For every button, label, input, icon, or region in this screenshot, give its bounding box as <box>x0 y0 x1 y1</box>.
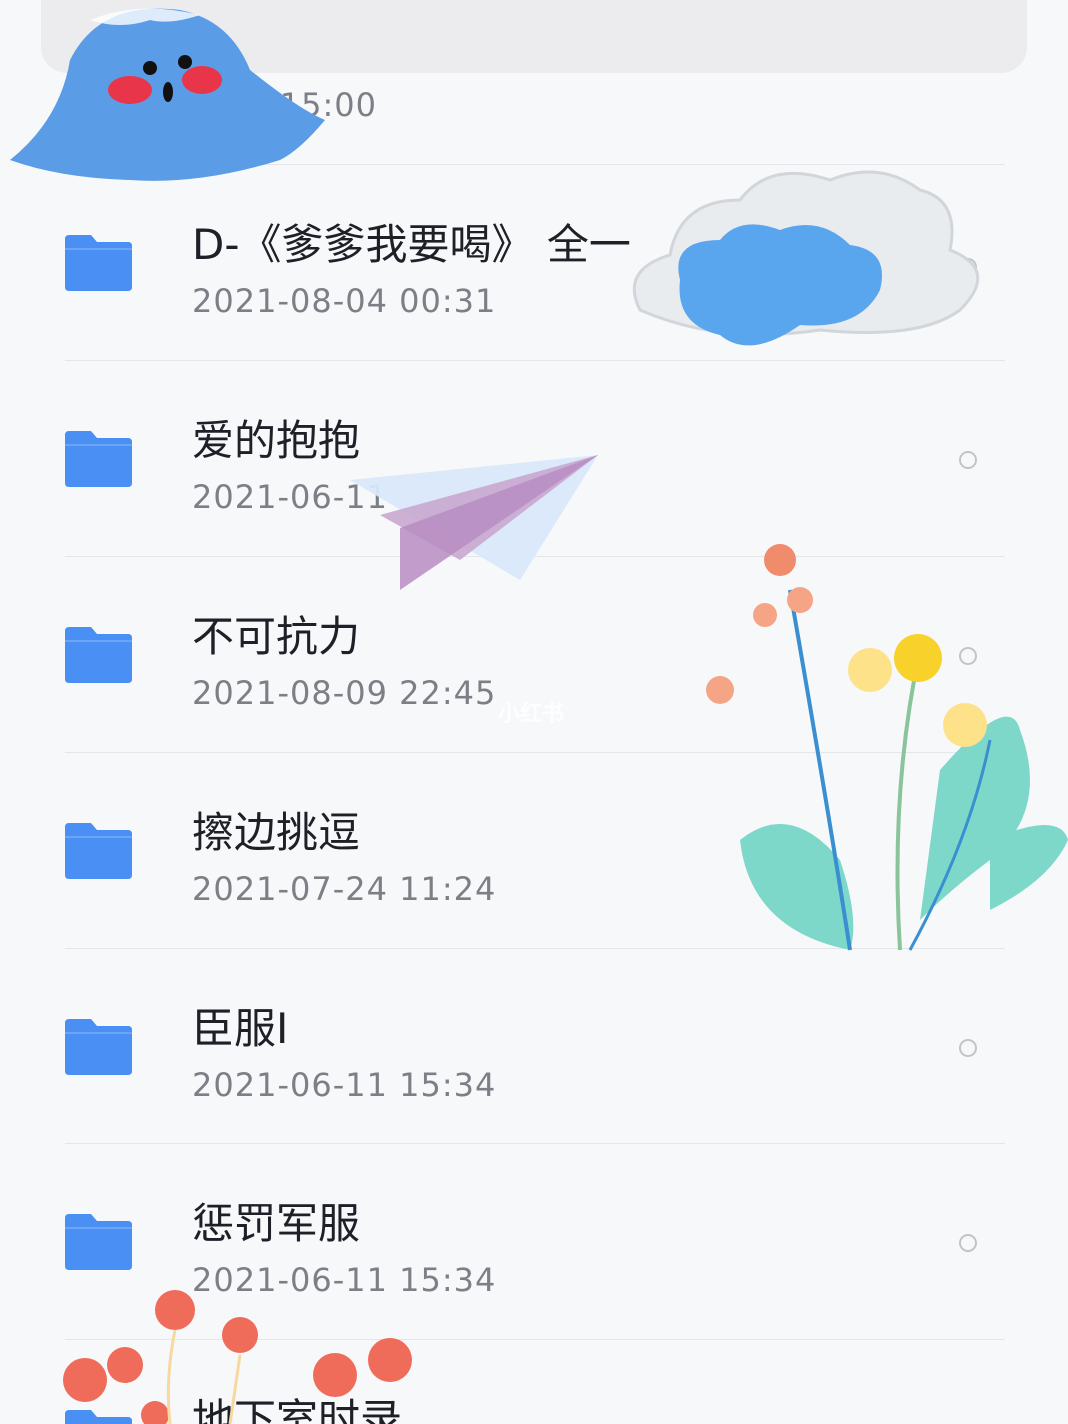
search-input[interactable]: 搜索当前文件夹内文件 <box>376 0 796 9</box>
file-name: 爱的抱抱 <box>192 416 361 465</box>
select-radio[interactable] <box>959 451 977 469</box>
select-radio[interactable] <box>959 1234 977 1252</box>
folder-icon <box>65 1019 132 1075</box>
file-row-folder[interactable]: 地下室时录 <box>0 1340 1068 1424</box>
folder-icon <box>65 1410 132 1424</box>
file-name: 惩罚军服 <box>192 1199 361 1248</box>
file-date: 2021-08-09 22:45 <box>192 674 497 712</box>
file-date: 2021-07-24 11:24 <box>192 870 497 908</box>
file-row-folder[interactable]: 臣服Ⅰ 2021-06-11 15:34 <box>0 949 1068 1145</box>
select-radio[interactable] <box>959 1039 977 1057</box>
select-radio[interactable] <box>959 258 977 276</box>
search-bar[interactable]: 搜索当前文件夹内文件 <box>41 0 1027 73</box>
file-date: 2021-06-11 <box>192 478 388 516</box>
folder-icon <box>65 431 132 487</box>
partial-file-date: 7-11 15:00 <box>192 86 378 124</box>
folder-icon <box>65 235 132 291</box>
watermark: 小红书 <box>498 702 565 727</box>
file-name: 臣服Ⅰ <box>192 1004 289 1053</box>
file-row-folder[interactable]: D-《爹爹我要喝》 全一 2021-08-04 00:31 <box>0 165 1068 361</box>
file-row-folder[interactable]: 爱的抱抱 2021-06-11 <box>0 361 1068 557</box>
folder-icon <box>65 627 132 683</box>
folder-icon <box>65 823 132 879</box>
file-date: 2021-06-11 15:34 <box>192 1066 497 1104</box>
file-name: 擦边挑逗 <box>192 808 361 857</box>
search-icon <box>317 0 365 8</box>
select-radio[interactable] <box>959 647 977 665</box>
file-row-folder[interactable]: 擦边挑逗 2021-07-24 11:24 <box>0 753 1068 949</box>
folder-icon <box>65 1214 132 1270</box>
file-date: 2021-06-11 15:34 <box>192 1261 497 1299</box>
file-date: 2021-08-04 00:31 <box>192 282 497 320</box>
file-name: 不可抗力 <box>192 612 361 661</box>
file-row-folder[interactable]: 惩罚军服 2021-06-11 15:34 <box>0 1144 1068 1340</box>
file-name: D-《爹爹我要喝》 全一 <box>192 220 631 269</box>
file-name: 地下室时录 <box>192 1395 403 1424</box>
